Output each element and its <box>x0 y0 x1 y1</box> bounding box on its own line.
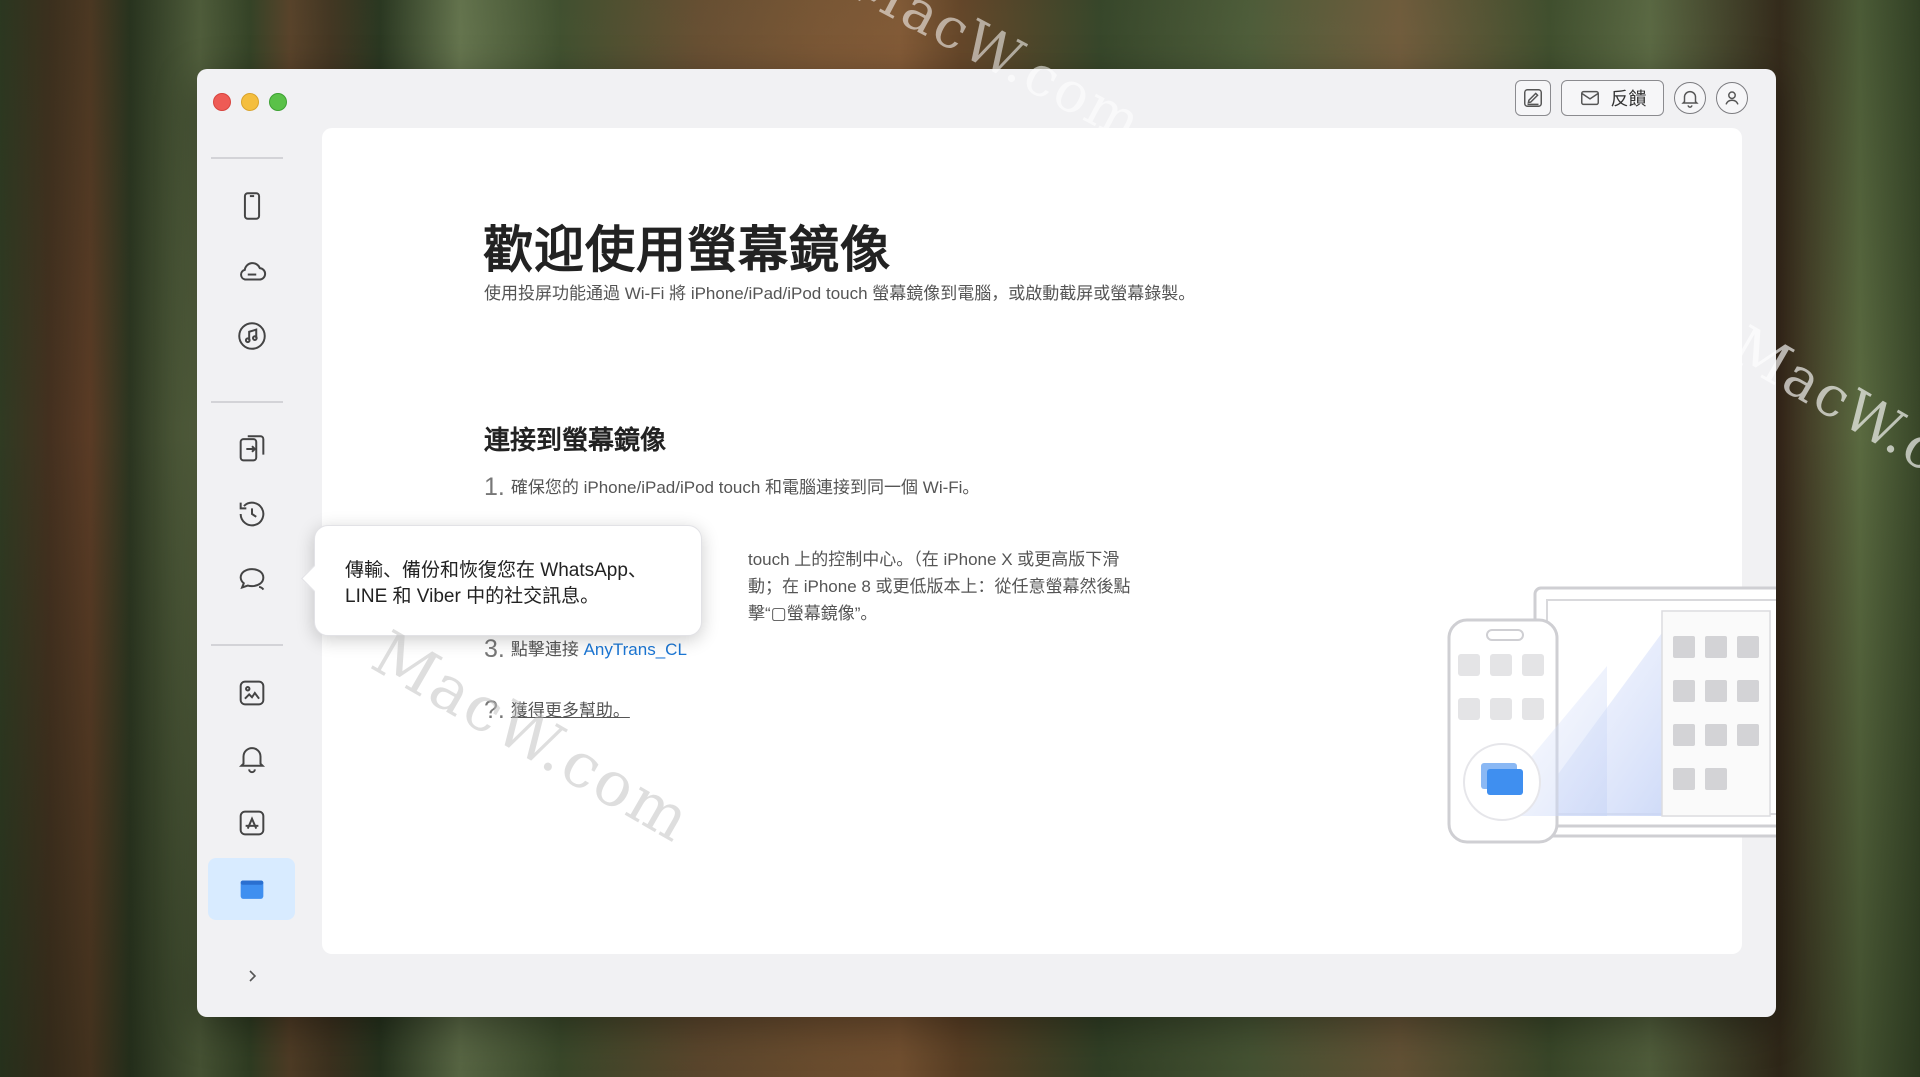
more-help-link[interactable]: 獲得更多幫助。 <box>511 701 630 720</box>
window-controls <box>213 93 287 111</box>
screen-mirror-icon <box>240 880 263 899</box>
step-1: 1. 確保您的 iPhone/iPad/iPod touch 和電腦連接到同一個 … <box>484 473 979 502</box>
step-text: 確保您的 iPhone/iPad/iPod touch 和電腦連接到同一個 Wi… <box>510 478 980 497</box>
sidebar-item-backup-manager[interactable] <box>208 483 295 545</box>
sidebar <box>197 139 307 999</box>
app-store-icon <box>239 810 264 836</box>
sidebar-item-screen-mirroring[interactable] <box>208 858 295 920</box>
music-icon <box>237 322 266 350</box>
pen-square-icon <box>1524 89 1542 107</box>
sidebar-divider <box>211 644 283 646</box>
sidebar-divider <box>211 157 283 159</box>
step-number: 1. <box>484 473 505 501</box>
sidebar-divider <box>211 401 283 403</box>
user-icon <box>1725 91 1739 105</box>
top-toolbar: 反饋 <box>1515 80 1748 116</box>
cloud-icon <box>239 262 266 281</box>
bell-icon <box>1681 90 1699 108</box>
minimize-window-button[interactable] <box>241 93 259 111</box>
notifications-button[interactable] <box>1674 82 1706 114</box>
page-subtitle: 使用投屏功能通過 Wi-Fi 將 iPhone/iPad/iPod touch … <box>484 284 1196 303</box>
sidebar-item-phone-switcher[interactable] <box>208 418 295 480</box>
step-2: touch 上的控制中心。（在 iPhone X 或更高版下滑動；在 iPhon… <box>748 546 1148 627</box>
edit-button[interactable] <box>1515 80 1551 116</box>
account-button[interactable] <box>1716 82 1748 114</box>
sidebar-tooltip: 傳輸、備份和恢復您在 WhatsApp、LINE 和 Viber 中的社交訊息。 <box>314 525 702 636</box>
sidebar-item-app-downloader[interactable] <box>208 792 295 854</box>
device-name-link[interactable]: AnyTrans_CL <box>584 640 687 659</box>
expand-sidebar-button[interactable] <box>237 961 267 991</box>
transfer-icon <box>239 435 264 462</box>
chat-icon <box>239 568 264 591</box>
page-title: 歡迎使用螢幕鏡像 <box>483 222 891 278</box>
mail-icon <box>1580 90 1599 106</box>
step-text: touch 上的控制中心。（在 iPhone X 或更高版下滑動；在 iPhon… <box>748 550 1131 623</box>
phone-icon <box>243 192 260 220</box>
image-convert-icon <box>239 680 264 706</box>
bell-icon <box>238 747 265 774</box>
help-marker: ?. <box>484 696 505 724</box>
sidebar-item-icloud-manager[interactable] <box>208 240 295 302</box>
sidebar-item-ringtone-maker[interactable] <box>208 727 295 789</box>
sidebar-item-social-messages-manager[interactable] <box>208 548 295 610</box>
mirroring-illustration <box>1447 586 1776 844</box>
step-3: 3. 點擊連接 AnyTrans_CL <box>484 635 687 664</box>
feedback-label: 反饋 <box>1610 89 1647 109</box>
chevron-right-icon <box>249 970 257 982</box>
section-title: 連接到螢幕鏡像 <box>484 425 667 455</box>
sidebar-item-heic-converter[interactable] <box>208 662 295 724</box>
sidebar-item-device-manager[interactable] <box>208 175 295 237</box>
history-icon <box>239 501 264 527</box>
feedback-button[interactable]: 反饋 <box>1561 80 1664 116</box>
help-row: ?. 獲得更多幫助。 <box>484 696 630 725</box>
sidebar-item-media-downloader[interactable] <box>208 305 295 367</box>
zoom-window-button[interactable] <box>269 93 287 111</box>
close-window-button[interactable] <box>213 93 231 111</box>
step-number: 3. <box>484 635 505 663</box>
step-text: 點擊連接 <box>510 640 584 659</box>
laptop-base <box>1533 824 1776 838</box>
